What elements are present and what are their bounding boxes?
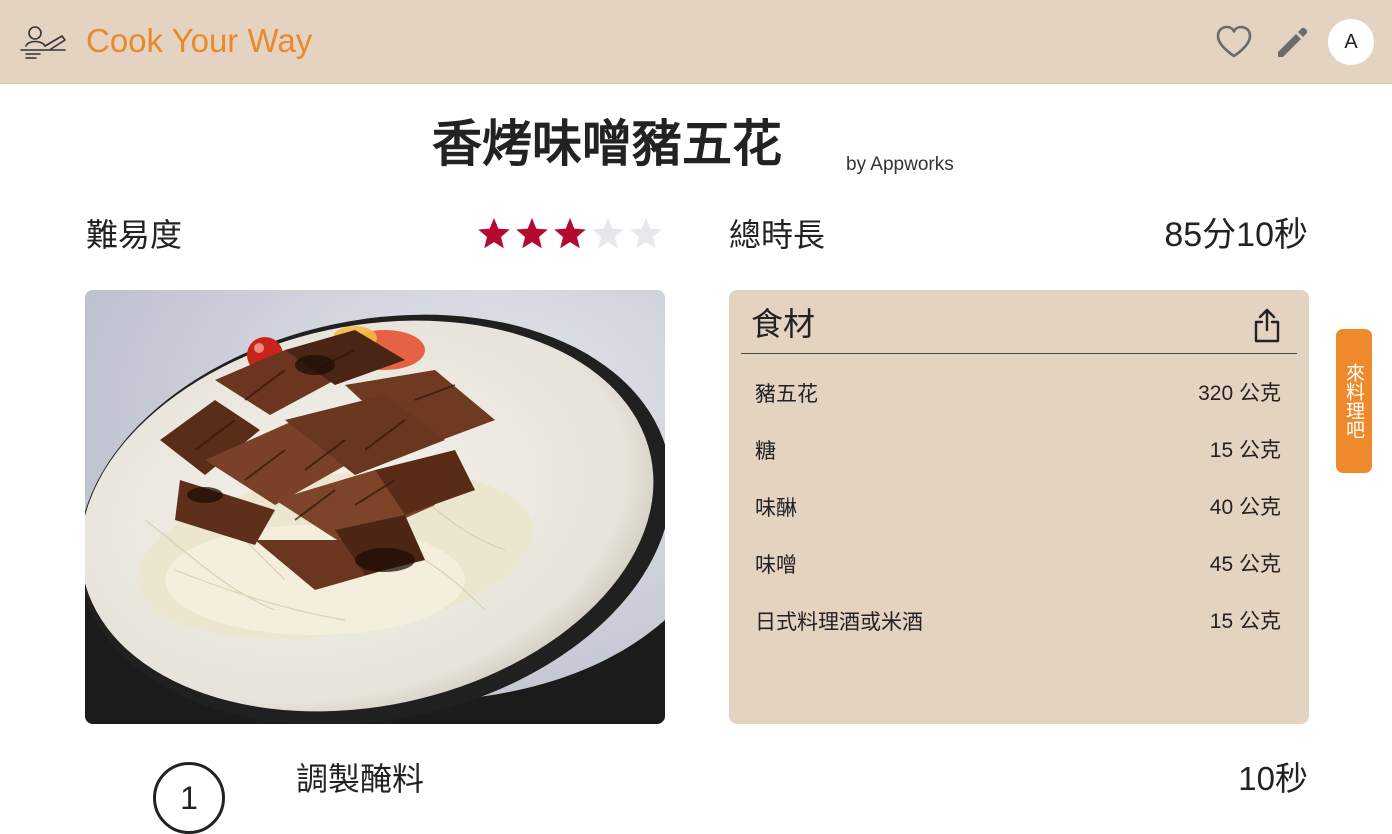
share-icon[interactable] (1251, 306, 1283, 346)
ingredient-name: 味噌 (755, 553, 797, 577)
ingredient-row: 日式料理酒或米酒 15 公克 (755, 602, 1281, 659)
ingredient-row: 糖 15 公克 (755, 431, 1281, 488)
ingredients-title: 食材 (751, 305, 816, 343)
total-time-value: 85分10秒 (1164, 216, 1308, 254)
ingredient-row: 味噌 45 公克 (755, 545, 1281, 602)
heart-icon[interactable] (1213, 22, 1255, 62)
ingredient-amount: 40 公克 (1209, 496, 1281, 519)
star-filled-icon (514, 216, 550, 254)
app-title[interactable]: Cook Your Way (86, 20, 312, 62)
start-cooking-tab[interactable]: 來料理吧 (1336, 329, 1372, 473)
star-empty-icon (590, 216, 626, 254)
ingredient-amount: 15 公克 (1209, 439, 1281, 462)
recipe-title: 香烤味噌豬五花 (432, 115, 782, 173)
ingredient-row: 味醂 40 公克 (755, 488, 1281, 545)
star-filled-icon (476, 216, 512, 254)
total-time-label: 總時長 (729, 216, 826, 254)
step-time: 10秒 (1238, 760, 1308, 797)
dish-photo (85, 290, 665, 724)
user-avatar[interactable]: A (1328, 19, 1374, 65)
ingredient-amount: 15 公克 (1209, 610, 1281, 633)
ingredient-name: 豬五花 (755, 382, 818, 406)
ingredients-panel: 食材 豬五花 320 公克 糖 15 公克 味醂 40 公克 味噌 45 公克 … (729, 290, 1309, 724)
pencil-icon[interactable] (1272, 22, 1312, 62)
step-number: 1 (153, 762, 225, 834)
chef-cooking-icon[interactable] (18, 22, 68, 62)
ingredient-row: 豬五花 320 公克 (755, 374, 1281, 431)
ingredient-name: 味醂 (755, 496, 797, 520)
ingredients-list: 豬五花 320 公克 糖 15 公克 味醂 40 公克 味噌 45 公克 日式料… (755, 374, 1281, 659)
recipe-author: by Appworks (846, 154, 954, 175)
step-title: 調製醃料 (296, 760, 425, 798)
star-filled-icon (552, 216, 588, 254)
top-navbar: Cook Your Way A (0, 0, 1392, 84)
ingredient-amount: 320 公克 (1198, 382, 1281, 405)
difficulty-label: 難易度 (86, 216, 183, 254)
ingredient-name: 日式料理酒或米酒 (755, 610, 923, 634)
ingredient-amount: 45 公克 (1209, 553, 1281, 576)
star-empty-icon (628, 216, 664, 254)
difficulty-rating (476, 216, 664, 254)
ingredients-divider (741, 353, 1297, 354)
ingredient-name: 糖 (755, 439, 776, 463)
